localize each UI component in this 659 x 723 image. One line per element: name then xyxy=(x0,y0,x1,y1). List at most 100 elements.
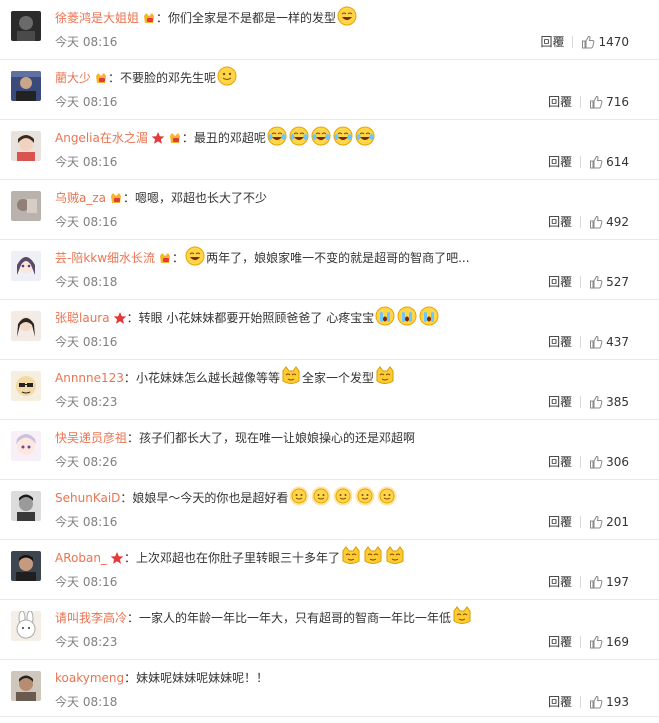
vip-crown-icon[interactable] xyxy=(142,11,156,25)
like-button[interactable]: 306 xyxy=(589,454,629,470)
reply-button[interactable]: 回覆 xyxy=(548,274,572,290)
timestamp: 今天 08:16 xyxy=(55,335,118,349)
divider xyxy=(580,576,582,588)
like-button[interactable]: 437 xyxy=(589,334,629,350)
comment-line: 徐菱鸿是大姐姐 ：你们全家是不是都是一样的发型 xyxy=(55,6,651,26)
username-link[interactable]: Annnne123 xyxy=(55,370,124,386)
like-count: 1470 xyxy=(598,35,629,49)
username-link[interactable]: 快吴递员彦祖 xyxy=(55,430,127,446)
avatar[interactable] xyxy=(11,251,41,281)
avatar[interactable] xyxy=(11,431,41,461)
reply-button[interactable]: 回覆 xyxy=(548,634,572,650)
like-button[interactable]: 197 xyxy=(589,574,629,590)
comment-text: 上次邓超也在你肚子里转眼三十多年了 xyxy=(135,551,340,565)
comment-list: 徐菱鸿是大姐姐：你们全家是不是都是一样的发型 今天 08:16 回覆 1470 藺大少：… xyxy=(0,0,659,717)
comment-line: 请叫我李高冷：一家人的年龄一年比一年大，只有超哥的智商一年比一年低 xyxy=(55,606,651,626)
comment-meta: 今天 08:16 回覆 1470 xyxy=(55,34,651,50)
comment-item: 快吴递员彦祖：孩子们都长大了，现在唯一让娘娘操心的还是邓超啊 今天 08:26 回覆… xyxy=(0,420,659,480)
divider xyxy=(580,96,582,108)
reply-button[interactable]: 回覆 xyxy=(548,214,572,230)
star-badge-icon[interactable] xyxy=(110,551,124,565)
avatar[interactable] xyxy=(11,11,41,41)
reply-button[interactable]: 回覆 xyxy=(540,34,564,50)
username-link[interactable]: koakymeng xyxy=(55,670,124,686)
vip-crown-icon[interactable] xyxy=(94,71,108,85)
vip-crown-icon[interactable] xyxy=(168,131,182,145)
timestamp: 今天 08:16 xyxy=(55,215,118,229)
colon: ： xyxy=(126,311,139,325)
timestamp: 今天 08:16 xyxy=(55,95,118,109)
comment-line: koakymeng：妹妹呢妹妹呢妹妹呢！！ xyxy=(55,670,651,686)
like-button[interactable]: 527 xyxy=(589,274,629,290)
avatar[interactable] xyxy=(11,311,41,341)
vip-crown-icon[interactable] xyxy=(109,191,123,205)
like-button[interactable]: 1470 xyxy=(581,34,629,50)
like-count: 201 xyxy=(606,515,629,529)
like-button[interactable]: 201 xyxy=(589,514,629,530)
username-link[interactable]: 徐菱鸿是大姐姐 xyxy=(55,10,139,26)
comment-meta: 今天 08:23 回覆 169 xyxy=(55,634,651,650)
username-link[interactable]: 藺大少 xyxy=(55,70,91,86)
avatar[interactable] xyxy=(11,131,41,161)
reply-button[interactable]: 回覆 xyxy=(548,454,572,470)
username-link[interactable]: ARoban_ xyxy=(55,550,107,566)
comment-text: 两年了，娘娘家唯一不变的就是超哥的智商了吧... xyxy=(206,251,470,265)
thumbs-up-icon xyxy=(589,395,606,409)
reply-button[interactable]: 回覆 xyxy=(548,514,572,530)
like-count: 716 xyxy=(606,95,629,109)
reply-button[interactable]: 回覆 xyxy=(548,394,572,410)
comment-item: 芸-陪kkw细水长流 ： 两年了，娘娘家唯一不变的就是超哥的智商了吧... 今天 08… xyxy=(0,240,659,300)
colon: ： xyxy=(123,371,136,385)
like-button[interactable]: 614 xyxy=(589,154,629,170)
username-link[interactable]: 张聪laura xyxy=(55,310,110,326)
username-link[interactable]: 芸-陪kkw细水长流 xyxy=(55,250,155,266)
reply-button[interactable]: 回覆 xyxy=(548,94,572,110)
laugh-emoji xyxy=(337,6,357,26)
comment-text: 娘娘早～今天的你也是超好看 xyxy=(132,491,289,505)
avatar[interactable] xyxy=(11,671,41,701)
timestamp: 今天 08:18 xyxy=(55,695,118,709)
star-badge-icon[interactable] xyxy=(113,311,127,325)
avatar[interactable] xyxy=(11,551,41,581)
like-button[interactable]: 169 xyxy=(589,634,629,650)
reply-button[interactable]: 回覆 xyxy=(548,334,572,350)
reply-button[interactable]: 回覆 xyxy=(548,694,572,710)
avatar[interactable] xyxy=(11,191,41,221)
like-button[interactable]: 492 xyxy=(589,214,629,230)
comment-text: 孩子们都长大了，现在唯一让娘娘操心的还是邓超啊 xyxy=(139,431,416,445)
comment-text: 一家人的年龄一年比一年大，只有超哥的智商一年比一年低 xyxy=(139,611,452,625)
laugh-cry-emoji xyxy=(289,126,309,146)
sun-emoji xyxy=(355,486,375,506)
avatar[interactable] xyxy=(11,611,41,641)
comment-item: koakymeng：妹妹呢妹妹呢妹妹呢！！ 今天 08:18 回覆 193 xyxy=(0,660,659,717)
colon: ： xyxy=(172,251,185,265)
reply-button[interactable]: 回覆 xyxy=(548,574,572,590)
like-button[interactable]: 716 xyxy=(589,94,629,110)
star-badge-icon[interactable] xyxy=(151,131,165,145)
reply-button[interactable]: 回覆 xyxy=(548,154,572,170)
comment-line: 藺大少 ：不要脸的邓先生呢 xyxy=(55,66,651,86)
like-count: 193 xyxy=(606,695,629,709)
colon: ： xyxy=(156,11,169,25)
cry-emoji xyxy=(397,306,417,326)
comment-meta: 今天 08:18 回覆 527 xyxy=(55,274,651,290)
avatar[interactable] xyxy=(11,71,41,101)
vip-crown-icon[interactable] xyxy=(158,251,172,265)
divider xyxy=(580,396,582,408)
colon: ： xyxy=(108,71,121,85)
thumbs-up-icon xyxy=(589,515,606,529)
sun-emoji xyxy=(333,486,353,506)
comment-item: 张聪laura ：转眼 小花妹妹都要开始照顾爸爸了 心疼宝宝今天 08:16 回覆 4… xyxy=(0,300,659,360)
like-count: 614 xyxy=(606,155,629,169)
thumbs-up-icon xyxy=(589,275,606,289)
like-button[interactable]: 385 xyxy=(589,394,629,410)
username-link[interactable]: Angelia在水之湄 xyxy=(55,130,148,146)
username-link[interactable]: 乌贼a_za xyxy=(55,190,106,206)
username-link[interactable]: SehunKaiD xyxy=(55,490,120,506)
username-link[interactable]: 请叫我李高冷 xyxy=(55,610,127,626)
comment-actions: 回覆 193 xyxy=(548,694,629,710)
comment-text: 转眼 小花妹妹都要开始照顾爸爸了 心疼宝宝 xyxy=(138,311,375,325)
avatar[interactable] xyxy=(11,491,41,521)
like-button[interactable]: 193 xyxy=(589,694,629,710)
avatar[interactable] xyxy=(11,371,41,401)
